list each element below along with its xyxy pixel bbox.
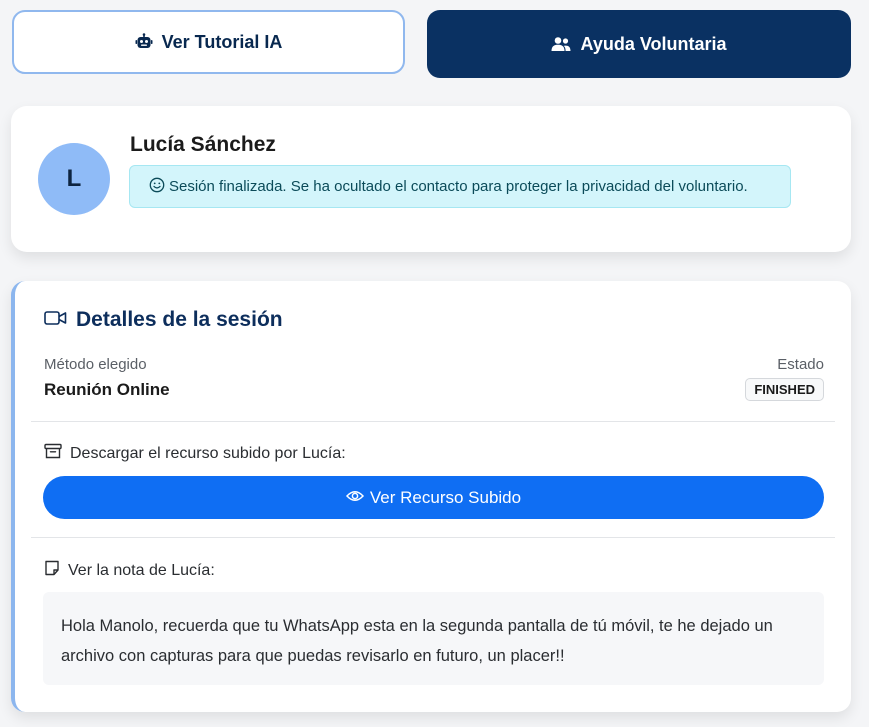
- smile-icon: [149, 177, 165, 197]
- note-label: Ver la nota de Lucía:: [44, 560, 215, 581]
- profile-card: L Lucía Sánchez Sesión finalizada. Se ha…: [11, 106, 851, 252]
- avatar: L: [38, 143, 110, 215]
- note-label-text: Ver la nota de Lucía:: [68, 561, 215, 579]
- status-label: Estado: [777, 356, 824, 373]
- resource-download-text: Descargar el recurso subido por Lucía:: [70, 444, 346, 462]
- session-details-card: Detalles de la sesión Método elegido Reu…: [11, 281, 851, 712]
- privacy-alert-text: Sesión finalizada. Se ha ocultado el con…: [169, 178, 748, 195]
- sticky-note-icon: [44, 560, 60, 581]
- video-camera-icon: [44, 308, 67, 332]
- divider: [31, 421, 835, 422]
- archive-icon: [44, 443, 62, 464]
- divider: [31, 537, 835, 538]
- note-text: Hola Manolo, recuerda que tu WhatsApp es…: [43, 592, 824, 685]
- tutorial-button-label: Ver Tutorial IA: [161, 31, 283, 52]
- volunteer-help-button[interactable]: Ayuda Voluntaria: [427, 10, 851, 78]
- view-resource-button-label: Ver Recurso Subido: [369, 487, 522, 507]
- profile-name: Lucía Sánchez: [130, 133, 276, 156]
- method-label: Método elegido: [44, 356, 147, 373]
- robot-icon: [135, 33, 153, 51]
- eye-icon: [345, 488, 364, 508]
- users-icon: [551, 36, 571, 52]
- view-resource-button[interactable]: Ver Recurso Subido: [43, 476, 824, 519]
- privacy-alert: Sesión finalizada. Se ha ocultado el con…: [129, 165, 791, 208]
- tutorial-button[interactable]: Ver Tutorial IA: [12, 10, 405, 74]
- details-title: Detalles de la sesión: [44, 308, 283, 332]
- resource-download-label: Descargar el recurso subido por Lucía:: [44, 443, 346, 464]
- volunteer-help-button-label: Ayuda Voluntaria: [580, 33, 727, 54]
- method-value: Reunión Online: [44, 380, 170, 399]
- details-title-text: Detalles de la sesión: [76, 308, 283, 331]
- status-badge: FINISHED: [745, 378, 824, 401]
